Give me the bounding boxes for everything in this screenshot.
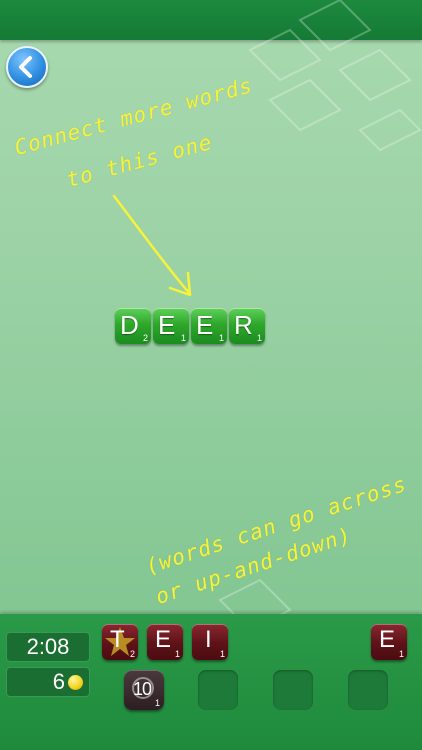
coin-counter: 6 <box>6 667 90 697</box>
tile-points: 1 <box>219 649 225 659</box>
board-tile: D 2 <box>115 308 151 344</box>
rack-tile[interactable]: T 2 <box>102 624 138 660</box>
board-tile: E 1 <box>153 308 189 344</box>
empty-rack-slot[interactable] <box>348 670 388 710</box>
empty-rack-slot[interactable] <box>273 670 313 710</box>
tile-letter: E <box>379 626 396 653</box>
tile-letter: D <box>120 310 139 340</box>
tile-letter: E <box>155 626 172 653</box>
board-tile: R 1 <box>229 308 265 344</box>
tile-points: 1 <box>180 333 186 343</box>
board-tile: E 1 <box>191 308 227 344</box>
chevron-left-icon <box>19 56 32 78</box>
bonus-number: 10 <box>133 679 152 699</box>
tile-points: 2 <box>129 649 135 659</box>
tile-letter: R <box>234 310 253 340</box>
tile-points: 1 <box>154 698 160 708</box>
timer-display: 2:08 <box>6 632 90 662</box>
tile-points: 2 <box>142 333 148 343</box>
coin-icon <box>68 675 83 690</box>
hint-top-line-1: Connect more words <box>11 73 256 160</box>
back-button[interactable] <box>6 46 48 88</box>
tile-points: 1 <box>218 333 224 343</box>
tile-points: 1 <box>256 333 262 343</box>
coin-count: 6 <box>52 669 65 694</box>
empty-rack-slot[interactable] <box>198 670 238 710</box>
bonus-tile[interactable]: 10 1 <box>124 670 164 710</box>
tile-points: 1 <box>398 649 404 659</box>
rack-tile[interactable]: E 1 <box>371 624 407 660</box>
rack-tile[interactable]: I 1 <box>192 624 228 660</box>
tile-letter: E <box>158 310 176 340</box>
rack-tile[interactable]: E 1 <box>147 624 183 660</box>
tile-letter: E <box>196 310 214 340</box>
arrow-icon <box>112 194 192 297</box>
tile-letter: T <box>110 626 125 653</box>
top-bar <box>0 0 422 40</box>
tile-points: 1 <box>174 649 180 659</box>
tile-letter: I <box>205 626 212 653</box>
